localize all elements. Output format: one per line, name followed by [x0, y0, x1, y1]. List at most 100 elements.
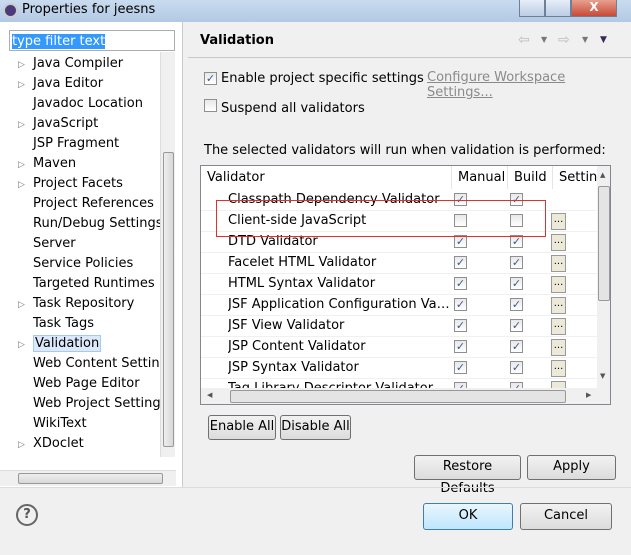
tree-item-label: Targeted Runtimes [33, 276, 155, 291]
expand-arrow-icon[interactable]: ▷ [18, 115, 33, 135]
table-row[interactable]: JSP Syntax Validator ✓ ✓... [201, 358, 597, 379]
build-checkbox[interactable]: ✓ [510, 298, 523, 311]
settings-button[interactable]: ... [551, 255, 566, 272]
table-row[interactable]: JSP Content Validator ✓ ✓... [201, 337, 597, 358]
tree-item[interactable]: Run/Debug Settings [18, 214, 163, 234]
help-icon[interactable]: ? [16, 504, 38, 526]
configure-workspace-link[interactable]: Configure Workspace Settings... [427, 70, 631, 100]
enable-all-button[interactable]: Enable All [208, 415, 276, 440]
minimize-button[interactable] [519, 0, 545, 17]
manual-checkbox[interactable]: ✓ [454, 298, 467, 311]
scroll-left-icon[interactable]: ◀ [207, 391, 212, 399]
settings-button[interactable]: ... [551, 339, 566, 356]
tree-item[interactable]: ▷ Maven [18, 154, 76, 174]
eclipse-app-icon [3, 3, 18, 18]
expand-arrow-icon[interactable]: ▷ [18, 75, 33, 95]
table-row[interactable]: JSF View Validator ✓ ✓... [201, 316, 597, 337]
view-menu-icon[interactable]: ▼ [600, 35, 607, 45]
tree-item[interactable]: ▷ XDoclet [18, 434, 84, 454]
scroll-right-icon[interactable]: ▶ [586, 391, 591, 399]
column-header-settings[interactable]: Settings [553, 166, 598, 189]
manual-checkbox[interactable]: ✓ [454, 277, 467, 290]
table-horizontal-scrollbar[interactable]: ◀ ▶ [201, 388, 610, 404]
tree-item[interactable]: Javadoc Location [18, 94, 143, 114]
scroll-up-icon[interactable]: ▲ [600, 171, 605, 179]
checkbox[interactable] [204, 99, 217, 112]
tree-item[interactable]: ▷ JavaScript [18, 114, 98, 134]
back-arrow-icon[interactable]: ⇦ [518, 32, 530, 48]
manual-checkbox[interactable]: ✓ [454, 340, 467, 353]
build-checkbox[interactable]: ✓ [510, 256, 523, 269]
validator-name: JSP Syntax Validator [228, 360, 359, 375]
manual-checkbox[interactable]: ✓ [454, 361, 467, 374]
expand-arrow-icon[interactable]: ▷ [18, 55, 33, 75]
scroll-thumb[interactable] [18, 473, 163, 484]
table-row[interactable]: HTML Syntax Validator ✓ ✓... [201, 274, 597, 295]
maximize-button[interactable] [545, 0, 571, 17]
tree-item-label: Project Facets [33, 176, 123, 191]
manual-checkbox[interactable]: ✓ [454, 319, 467, 332]
tree-item[interactable]: Web Page Editor [18, 374, 140, 394]
settings-button[interactable]: ... [551, 234, 566, 251]
restore-defaults-button[interactable]: Restore Defaults [414, 455, 521, 496]
sidebar-vertical-scrollbar[interactable] [160, 52, 175, 457]
tree-item[interactable]: Project References [18, 194, 154, 214]
tree-item[interactable]: ▷ Project Facets [18, 174, 123, 194]
tree-item[interactable]: ▷ Validation [18, 334, 102, 355]
filter-input[interactable]: type filter text [9, 30, 175, 51]
tree-item[interactable]: Targeted Runtimes [18, 274, 155, 294]
expand-arrow-icon[interactable]: ▷ [18, 295, 33, 315]
build-checkbox[interactable]: ✓ [510, 319, 523, 332]
tree-item[interactable]: Web Content Settings [18, 354, 175, 374]
build-checkbox[interactable]: ✓ [510, 340, 523, 353]
table-vertical-scrollbar[interactable]: ▲ ▼ [597, 166, 610, 388]
tree-item[interactable]: Server [18, 234, 76, 254]
forward-dropdown-icon[interactable]: ▼ [582, 35, 588, 44]
build-checkbox[interactable]: ✓ [510, 361, 523, 374]
validator-name: HTML Syntax Validator [228, 276, 376, 291]
suspend-all-checkbox[interactable]: Suspend all validators [204, 99, 365, 116]
sidebar-horizontal-scrollbar[interactable] [0, 470, 176, 486]
scroll-thumb[interactable] [598, 186, 610, 301]
settings-button[interactable]: ... [551, 213, 566, 230]
apply-button[interactable]: Apply [527, 455, 616, 480]
cancel-button[interactable]: Cancel [520, 503, 612, 530]
column-header-validator[interactable]: Validator [201, 166, 452, 189]
tree-item[interactable]: Service Policies [18, 254, 133, 274]
disable-all-button[interactable]: Disable All [280, 415, 351, 440]
tree-item-label: Task Tags [33, 316, 94, 331]
scroll-thumb[interactable] [163, 152, 174, 447]
back-dropdown-icon[interactable]: ▼ [541, 35, 547, 44]
table-row[interactable]: JSF Application Configuration Validator ✓… [201, 295, 597, 316]
tree-item[interactable]: ▷ Java Editor [18, 74, 103, 94]
forward-arrow-icon[interactable]: ⇨ [558, 32, 570, 48]
ok-button[interactable]: OK [423, 503, 513, 530]
settings-button[interactable]: ... [551, 318, 566, 335]
checkbox[interactable]: ✓ [204, 72, 217, 85]
tree-item[interactable]: ▷ Task Repository [18, 294, 134, 314]
tree-item[interactable]: WikiText [18, 414, 87, 434]
expand-arrow-icon[interactable]: ▷ [18, 155, 33, 175]
tree-item-label: Maven [33, 156, 77, 171]
enable-specific-checkbox[interactable]: ✓ Enable project specific settings [204, 70, 424, 86]
tree-item-label: WikiText [33, 416, 87, 431]
tree-item[interactable]: Web Project Settings [18, 394, 167, 414]
column-header-manual[interactable]: Manual [452, 166, 508, 189]
build-checkbox[interactable]: ✓ [510, 277, 523, 290]
settings-button[interactable]: ... [551, 297, 566, 314]
manual-checkbox[interactable]: ✓ [454, 256, 467, 269]
column-header-build[interactable]: Build [508, 166, 553, 189]
close-button[interactable]: X [571, 0, 617, 17]
tree-item[interactable]: ▷ Java Compiler [18, 54, 123, 74]
tree-item[interactable]: JSP Fragment [18, 134, 119, 154]
settings-button[interactable]: ... [551, 360, 566, 377]
settings-button[interactable]: ... [551, 276, 566, 293]
scroll-thumb[interactable] [230, 390, 566, 403]
expand-arrow-icon[interactable]: ▷ [18, 335, 33, 355]
expand-arrow-icon[interactable]: ▷ [18, 175, 33, 195]
expand-arrow-icon[interactable]: ▷ [18, 435, 33, 455]
scroll-down-icon[interactable]: ▼ [600, 372, 605, 380]
table-row[interactable]: Facelet HTML Validator ✓ ✓... [201, 253, 597, 274]
tree-item[interactable]: Task Tags [18, 314, 94, 334]
tree-item-label: Web Page Editor [33, 376, 140, 391]
